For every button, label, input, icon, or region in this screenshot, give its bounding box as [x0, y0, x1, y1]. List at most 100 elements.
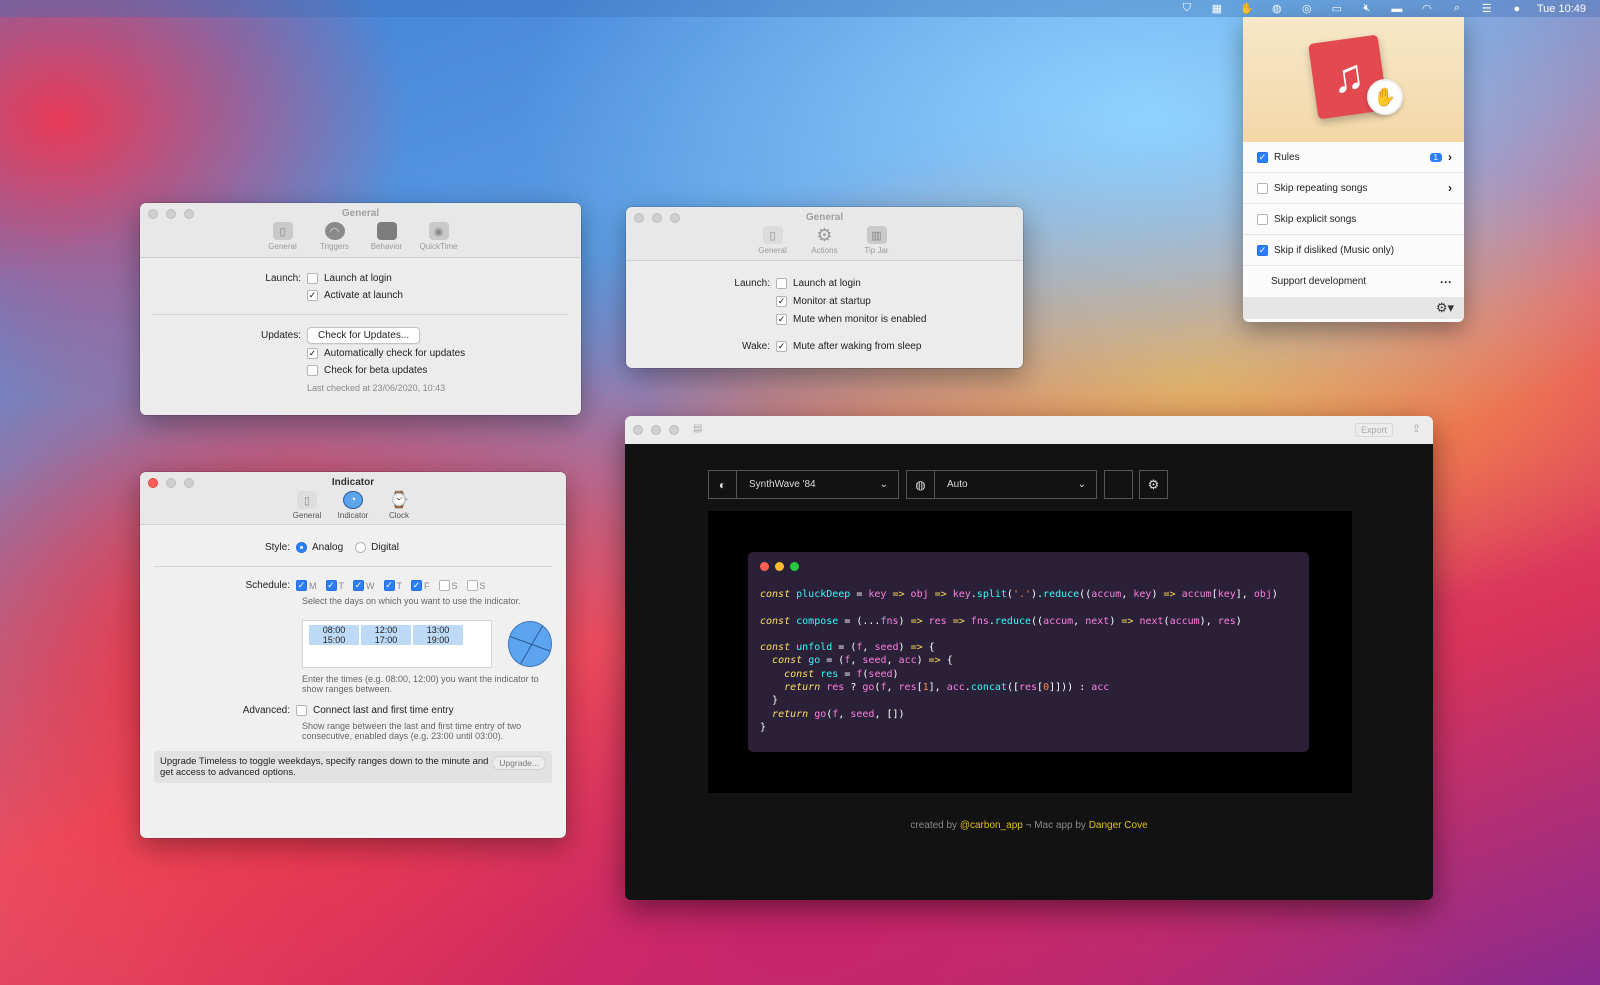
settings-button[interactable]: ⚙ [1139, 470, 1168, 499]
language-select[interactable]: ◍ Auto ⌄ [906, 470, 1097, 499]
tab-quicktime[interactable]: ◉ QuickTime [420, 222, 458, 251]
gear-icon[interactable]: ⚙▾ [1436, 300, 1454, 316]
menu-bar-clock[interactable]: Tue 10:49 [1537, 3, 1586, 15]
target-icon[interactable]: ◎ [1297, 2, 1317, 16]
skip-disliked-checkbox[interactable]: ✓ [1257, 244, 1268, 256]
rules-checkbox[interactable]: ✓ [1257, 151, 1268, 163]
tab-general[interactable]: ▯ General [264, 222, 302, 251]
times-hint: Enter the times (e.g. 08:00, 12:00) you … [302, 674, 539, 694]
minimize-button[interactable] [166, 478, 176, 488]
siri-icon[interactable]: ● [1507, 2, 1527, 16]
launch-at-login-label: Launch at login [793, 278, 861, 289]
launch-at-login-checkbox[interactable] [776, 278, 787, 289]
monitor-startup-checkbox[interactable]: ✓ [776, 296, 787, 307]
tab-clock[interactable]: ⌚ Clock [380, 491, 418, 520]
skip-explicit-label: Skip explicit songs [1274, 213, 1357, 225]
tab-triggers[interactable]: ◠ Triggers [316, 222, 354, 251]
mute-icon[interactable]: 🔇︎ [1357, 2, 1377, 16]
mute-enabled-checkbox[interactable]: ✓ [776, 314, 787, 325]
zoom-button[interactable] [184, 478, 194, 488]
tab-actions[interactable]: ⚙ Actions [806, 225, 844, 256]
skip-repeating-checkbox[interactable] [1257, 182, 1268, 194]
shield-icon[interactable]: ⛉ [1177, 2, 1197, 16]
popover-item-skip-repeating[interactable]: Skip repeating songs › [1243, 173, 1464, 204]
tab-indicator[interactable]: ◔ Indicator [334, 491, 372, 520]
divider [152, 314, 569, 315]
popover-item-skip-disliked[interactable]: ✓ Skip if disliked (Music only) [1243, 235, 1464, 266]
palette-icon: ◐ [709, 471, 737, 498]
beta-updates-checkbox[interactable] [307, 365, 318, 376]
chevron-down-icon: ⌄ [1077, 479, 1086, 490]
headphones-icon: ◠ [324, 222, 345, 240]
tab-general[interactable]: ▯ General [288, 491, 326, 520]
share-icon[interactable]: ⇪ [1412, 422, 1421, 435]
battery-icon[interactable]: ▬ [1387, 2, 1407, 16]
wifi-icon[interactable]: ◠ [1417, 2, 1437, 16]
auto-check-updates-label: Automatically check for updates [324, 348, 466, 359]
popover-item-support[interactable]: Support development ··· [1243, 266, 1464, 297]
close-button[interactable] [148, 478, 158, 488]
hand-icon[interactable]: ✋ [1237, 2, 1257, 16]
close-button[interactable] [634, 213, 644, 223]
code-line: const unfold = (f, seed) => { [760, 642, 935, 654]
switch-icon: ▯ [762, 226, 783, 244]
analog-radio[interactable] [296, 542, 307, 553]
menu-bar: ⛉ ▦ ✋ ◍ ◎ ▭ 🔇︎ ▬ ◠ ⌕ ☰ ● Tue 10:49 [0, 0, 1600, 17]
time-entry: 08:00 [309, 625, 359, 635]
advanced-label: Advanced: [242, 705, 290, 716]
export-button[interactable]: Export [1354, 423, 1393, 437]
minimize-button[interactable] [166, 209, 176, 219]
window-title: Indicator [331, 477, 375, 488]
more-icon[interactable]: ··· [1440, 275, 1452, 289]
globe-icon[interactable]: ◍ [1267, 2, 1287, 16]
danger-cove-link[interactable]: Danger Cove [1089, 820, 1148, 831]
zoom-button[interactable] [670, 213, 680, 223]
general-window-2: General ▯ General ⚙ Actions ▥ Tip Jar Launc… [626, 207, 1023, 368]
day-sunday[interactable]: S [466, 580, 486, 591]
minimize-button[interactable] [652, 213, 662, 223]
launch-at-login-label: Launch at login [324, 273, 392, 284]
background-color-button[interactable] [1104, 470, 1133, 499]
day-friday[interactable]: ✓ F [411, 580, 430, 591]
auto-check-updates-checkbox[interactable]: ✓ [307, 348, 318, 359]
day-monday[interactable]: ✓ M [296, 580, 317, 591]
mute-after-wake-checkbox[interactable]: ✓ [776, 341, 787, 352]
grid-icon[interactable]: ▦ [1207, 2, 1227, 16]
times-field[interactable]: 08:00 12:00 13:00 15:00 17:00 19:00 [302, 620, 492, 668]
display-icon[interactable]: ▭ [1327, 2, 1347, 16]
window-controls [634, 213, 680, 223]
tab-behavior[interactable]: Behavior [368, 222, 406, 251]
launch-at-login-checkbox[interactable] [307, 273, 318, 284]
document-icon: ▤ [693, 423, 703, 434]
tab-general[interactable]: ▯ General [754, 226, 792, 255]
chevron-right-icon[interactable]: › [1448, 150, 1452, 164]
popover-item-skip-explicit[interactable]: Skip explicit songs [1243, 204, 1464, 235]
search-icon[interactable]: ⌕ [1447, 2, 1467, 16]
close-button[interactable] [633, 425, 643, 435]
tab-tip-jar[interactable]: ▥ Tip Jar [858, 226, 896, 255]
zoom-button[interactable] [669, 425, 679, 435]
day-saturday[interactable]: S [438, 580, 458, 591]
connect-entries-checkbox[interactable] [296, 705, 307, 716]
upgrade-button[interactable]: Upgrade... [492, 756, 546, 770]
check-for-updates-button[interactable]: Check for Updates... [307, 326, 421, 344]
beta-updates-label: Check for beta updates [324, 365, 428, 376]
wake-label: Wake: [742, 341, 770, 352]
control-center-icon[interactable]: ☰ [1477, 2, 1497, 16]
skip-explicit-checkbox[interactable] [1257, 213, 1268, 225]
day-tuesday[interactable]: ✓ T [325, 580, 344, 591]
day-thursday[interactable]: ✓ T [383, 580, 402, 591]
digital-radio[interactable] [355, 542, 367, 553]
theme-select[interactable]: ◐ SynthWave '84 ⌄ [708, 470, 899, 499]
day-wednesday[interactable]: ✓ W [353, 580, 375, 591]
popover-item-rules[interactable]: ✓ Rules 1 › [1243, 142, 1464, 173]
code-editor[interactable]: const pluckDeep = key => obj => key.spli… [748, 552, 1309, 752]
carbon-app-link[interactable]: @carbon_app [960, 820, 1023, 831]
code-line: return res ? go(f, res[1], acc.concat([r… [784, 682, 1110, 694]
chevron-right-icon[interactable]: › [1448, 181, 1452, 195]
close-button[interactable] [148, 209, 158, 219]
mute-enabled-label: Mute when monitor is enabled [793, 314, 927, 325]
zoom-button[interactable] [184, 209, 194, 219]
activate-at-launch-checkbox[interactable]: ✓ [307, 290, 318, 301]
minimize-button[interactable] [651, 425, 661, 435]
